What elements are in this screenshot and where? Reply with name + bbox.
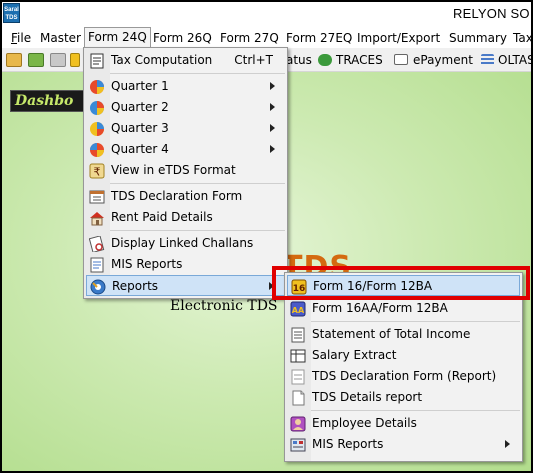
menu-item-label: Reports [112,279,159,293]
menu-master[interactable]: Master [37,29,84,47]
highlight-annotation-box [272,266,530,300]
menu-item-label: Form 16AA/Form 12BA [312,301,448,315]
menu-item-quarter-1[interactable]: Quarter 1 [86,76,285,97]
menu-item-label: TDS Declaration Form (Report) [312,369,497,383]
menu-separator [110,230,285,231]
menu-item-label: Salary Extract [312,348,397,362]
menu-form-26q[interactable]: Form 26Q [150,29,215,47]
toolbar-oltas[interactable]: OLTAS [498,53,531,67]
menu-item-display-linked-challans[interactable]: Display Linked Challans [86,233,285,254]
menu-item-form-16aa-12ba[interactable]: AA Form 16AA/Form 12BA [287,298,520,319]
oltas-icon [481,54,494,66]
dashboard-subtitle: Electronic TDS [170,298,278,314]
menu-item-tds-declaration-form[interactable]: TDS Declaration Form [86,186,285,207]
menu-bar: File Master Form 24Q Form 26Q Form 27Q F… [2,26,531,48]
menu-item-tax-computation[interactable]: Tax Computation Ctrl+T [86,50,285,71]
refresh-icon[interactable] [28,53,44,67]
menu-form-24q[interactable]: Form 24Q [84,27,151,47]
form-16aa-icon: AA [289,300,306,317]
app-window: Saral TDS RELYON SO File Master Form 24Q… [2,2,531,471]
tools-icon[interactable] [50,53,66,67]
menu-file[interactable]: File [8,29,34,47]
menu-item-label: MIS Reports [111,257,183,271]
menu-item-label: Quarter 4 [111,142,169,156]
menu-item-label: Employee Details [312,416,417,430]
menu-item-label: Tax Computation [111,53,213,67]
menu-file-rest: ile [17,31,32,45]
rupee-icon: ₹ [88,162,105,179]
employee-details-icon [289,415,306,432]
epayment-icon [394,54,408,65]
menu-item-employee-details[interactable]: Employee Details [287,413,520,434]
toolbar-status[interactable]: atus [286,53,312,67]
menu-item-mis-reports-sub[interactable]: MIS Reports [287,434,520,455]
menu-item-statement-of-total-income[interactable]: Statement of Total Income [287,324,520,345]
menu-separator [110,73,285,74]
submenu-arrow-icon [270,124,275,132]
menu-item-label: Quarter 2 [111,100,169,114]
submenu-arrow-icon [270,82,275,90]
window-title: RELYON SO [453,6,530,21]
title-bar: Saral TDS RELYON SO [2,2,531,26]
menu-form-27eq[interactable]: Form 27EQ [283,29,355,47]
traces-icon [318,54,332,66]
menu-item-reports[interactable]: Reports [86,275,285,296]
menu-item-label: TDS Declaration Form [111,189,243,203]
submenu-arrow-icon [270,145,275,153]
declaration-report-icon [289,368,306,385]
mis-reports-icon [289,436,306,453]
menu-item-rent-paid-details[interactable]: Rent Paid Details [86,207,285,228]
reports-submenu: 16 Form 16/Form 12BA AA Form 16AA/Form 1… [284,272,523,462]
menu-item-label: Rent Paid Details [111,210,213,224]
menu-item-salary-extract[interactable]: Salary Extract [287,345,520,366]
menu-item-label: View in eTDS Format [111,163,236,177]
open-folder-icon[interactable] [6,53,22,67]
toolbar-traces[interactable]: TRACES [336,53,383,67]
salary-extract-icon [289,347,306,364]
submenu-arrow-icon [270,103,275,111]
menu-item-quarter-3[interactable]: Quarter 3 [86,118,285,139]
house-icon [88,209,105,226]
quarter-2-icon [88,99,105,116]
menu-item-quarter-2[interactable]: Quarter 2 [86,97,285,118]
menu-separator [311,321,520,322]
mis-reports-icon [88,256,105,273]
dashboard-button[interactable]: Dashbo [10,90,90,112]
declaration-form-icon [88,188,105,205]
toolbar-epayment[interactable]: ePayment [413,53,473,67]
quarter-1-icon [88,78,105,95]
menu-item-shortcut: Ctrl+T [234,53,273,67]
menu-summary[interactable]: Summary [446,29,510,47]
form-16aa-icon-text: AA [291,306,304,315]
reports-icon [89,278,106,295]
menu-item-label: Display Linked Challans [111,236,254,250]
quarter-3-icon [88,120,105,137]
statement-icon [289,326,306,343]
menu-item-tds-declaration-report[interactable]: TDS Declaration Form (Report) [287,366,520,387]
menu-item-label: Statement of Total Income [312,327,471,341]
tax-computation-icon [88,52,105,69]
menu-item-label: MIS Reports [312,437,384,451]
details-report-icon [289,389,306,406]
app-logo-icon: Saral TDS [3,3,20,23]
menu-separator [311,410,520,411]
linked-challans-icon [88,235,105,252]
menu-item-label: Quarter 1 [111,79,169,93]
menu-item-mis-reports[interactable]: MIS Reports [86,254,285,275]
menu-tax[interactable]: Tax [510,29,531,47]
menu-item-view-etds[interactable]: ₹ View in eTDS Format [86,160,285,181]
menu-item-label: TDS Details report [312,390,423,404]
svg-text:₹: ₹ [93,165,100,178]
menu-separator [110,183,285,184]
submenu-arrow-icon [505,440,510,448]
menu-item-label: Quarter 3 [111,121,169,135]
menu-form-27q[interactable]: Form 27Q [217,29,282,47]
menu-item-tds-details-report[interactable]: TDS Details report [287,387,520,408]
menu-import-export[interactable]: Import/Export [354,29,443,47]
form-24q-menu: Tax Computation Ctrl+T Quarter 1 Quarter… [83,47,288,299]
calendar-icon[interactable] [70,53,80,67]
quarter-4-icon [88,141,105,158]
menu-item-quarter-4[interactable]: Quarter 4 [86,139,285,160]
